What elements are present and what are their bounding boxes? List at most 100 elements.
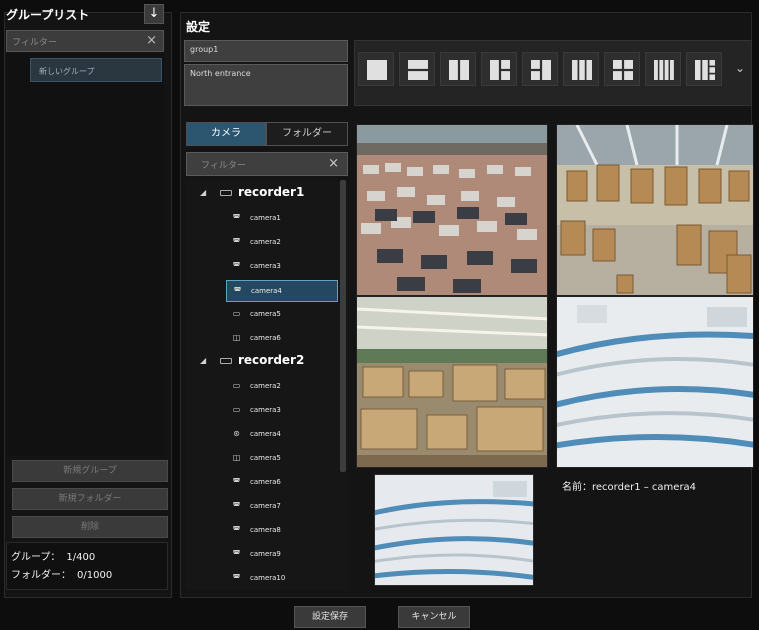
camera-label: camera4 xyxy=(250,430,281,438)
layout-option-2x2[interactable] xyxy=(604,52,640,86)
group-filter-input[interactable]: フィルター × xyxy=(6,30,164,52)
ptz-icon: ◫ xyxy=(232,333,241,342)
layout-option-2x1[interactable] xyxy=(399,52,435,86)
group-count-label: グループ： xyxy=(11,552,61,563)
tree-camera-item[interactable]: ◫ camera5 xyxy=(226,448,338,470)
tab-camera[interactable]: カメラ xyxy=(186,122,266,146)
camera-label: camera9 xyxy=(250,550,281,558)
tree-camera-item[interactable]: ◚ camera7 xyxy=(226,496,338,518)
count-summary: グループ： 1/400 フォルダー： 0/1000 xyxy=(6,542,168,590)
tree-camera-item[interactable]: ◚ camera10 xyxy=(226,568,338,590)
group-count-value: 1/400 xyxy=(66,552,96,563)
dome-icon: ◚ xyxy=(233,286,242,295)
ptz-icon: ◫ xyxy=(232,453,241,462)
new-group-button[interactable]: 新規グループ xyxy=(12,460,168,482)
dome-icon: ◚ xyxy=(232,213,241,222)
layout-option-1[interactable] xyxy=(358,52,394,86)
dome-icon: ◚ xyxy=(232,525,241,534)
tree-camera-item[interactable]: ◚ camera6 xyxy=(226,472,338,494)
dome-icon: ◚ xyxy=(232,237,241,246)
layout-grid-icon xyxy=(449,60,469,80)
tree-camera-item[interactable]: ◚ camera8 xyxy=(226,520,338,542)
tree-camera-item[interactable]: ▭ camera2 xyxy=(226,376,338,398)
tree-camera-item[interactable]: ◚ camera3 xyxy=(226,256,338,278)
layout-option-1p2[interactable] xyxy=(481,52,517,86)
video-tile-1[interactable] xyxy=(356,124,548,296)
save-settings-button[interactable]: 設定保存 xyxy=(294,606,366,628)
dome-icon: ◚ xyxy=(232,549,241,558)
layout-grid-icon xyxy=(654,60,674,80)
fisheye-icon: ⊛ xyxy=(233,429,240,438)
cancel-button[interactable]: キャンセル xyxy=(398,606,470,628)
expand-triangle-icon[interactable]: ◢ xyxy=(200,356,206,365)
tree-scrollbar[interactable] xyxy=(340,180,346,472)
tree-camera-item[interactable]: ◚ camera4 xyxy=(226,280,338,302)
dome-icon: ◚ xyxy=(232,477,241,486)
layout-grid-icon xyxy=(367,60,387,80)
tree-camera-item[interactable]: ▭ camera3 xyxy=(226,400,338,422)
dome-icon: ◚ xyxy=(232,501,241,510)
camera-label: camera3 xyxy=(250,262,281,270)
layout-option-1x2[interactable] xyxy=(440,52,476,86)
box-camera-icon: ▭ xyxy=(232,309,241,318)
tree-camera-item[interactable]: ◫ camera6 xyxy=(226,328,338,350)
layout-option-1x4[interactable] xyxy=(645,52,681,86)
clear-filter-icon[interactable]: × xyxy=(328,156,339,171)
dome-icon: ◚ xyxy=(232,573,241,582)
recorder-icon xyxy=(220,190,232,196)
camera-label: camera10 xyxy=(250,574,286,582)
chevron-down-icon[interactable]: ⌄ xyxy=(730,52,750,86)
camera-label: camera5 xyxy=(250,454,281,462)
folder-count-label: フォルダー： xyxy=(11,570,71,581)
box-camera-icon: ▭ xyxy=(232,381,241,390)
layout-option-3p4[interactable] xyxy=(686,52,722,86)
new-folder-button[interactable]: 新規フォルダー xyxy=(12,488,168,510)
camera-label: camera5 xyxy=(250,310,281,318)
layout-grid-icon xyxy=(408,60,428,80)
layout-option-2p1[interactable] xyxy=(522,52,558,86)
camera-label: camera2 xyxy=(250,382,281,390)
tree-recorder[interactable]: ◢ recorder2 xyxy=(186,352,336,372)
tree-camera-item[interactable]: ◚ camera9 xyxy=(226,544,338,566)
expand-triangle-icon[interactable]: ◢ xyxy=(200,188,206,197)
layout-grid-icon xyxy=(531,60,551,80)
camera-label: camera8 xyxy=(250,526,281,534)
settings-title: 設定 xyxy=(186,20,211,34)
video-grid xyxy=(356,124,754,468)
recorder-label: recorder2 xyxy=(238,353,305,367)
camera-label: camera6 xyxy=(250,478,281,486)
arrow-down-icon: ↓ xyxy=(148,6,160,21)
camera-label: camera4 xyxy=(251,287,282,295)
layout-grid-icon xyxy=(613,60,633,80)
layout-grid-icon xyxy=(695,60,715,80)
tree-camera-item[interactable]: ▭ camera5 xyxy=(226,304,338,326)
layout-grid-icon xyxy=(572,60,592,80)
tree-recorder[interactable]: ◢ recorder1 xyxy=(186,184,336,204)
group-list-item[interactable]: 新しいグループ xyxy=(30,58,162,82)
tree-camera-item[interactable]: ⊛ camera4 xyxy=(226,424,338,446)
tree-camera-item[interactable]: ◚ camera2 xyxy=(226,232,338,254)
camera-filter-placeholder: フィルター xyxy=(201,161,246,171)
video-tile-4[interactable] xyxy=(556,296,754,468)
camera-tree: ◢ recorder1 ◚ camera1 ◚ camera2 ◚ camera3 ◚ camer… xyxy=(186,180,348,590)
box-camera-icon: ▭ xyxy=(232,405,241,414)
camera-label: camera3 xyxy=(250,406,281,414)
video-tile-2[interactable] xyxy=(556,124,754,296)
delete-button[interactable]: 削除 xyxy=(12,516,168,538)
layout-option-1x3[interactable] xyxy=(563,52,599,86)
tree-camera-item[interactable]: ◚ camera1 xyxy=(226,208,338,230)
dome-icon: ◚ xyxy=(232,261,241,270)
layout-grid-icon xyxy=(490,60,510,80)
tab-folder[interactable]: フォルダー xyxy=(266,122,348,146)
camera-label: camera6 xyxy=(250,334,281,342)
video-tile-3[interactable] xyxy=(356,296,548,468)
group-description-field[interactable]: North entrance xyxy=(184,64,348,106)
recorder-label: recorder1 xyxy=(238,185,305,199)
camera-label: camera7 xyxy=(250,502,281,510)
camera-label: camera2 xyxy=(250,238,281,246)
download-arrow-button[interactable]: ↓ xyxy=(144,4,164,24)
group-filter-placeholder: フィルター xyxy=(12,38,57,48)
group-name-field[interactable]: group1 xyxy=(184,40,348,62)
camera-filter-input[interactable]: フィルター × xyxy=(186,152,348,176)
clear-filter-icon[interactable]: × xyxy=(146,33,157,48)
